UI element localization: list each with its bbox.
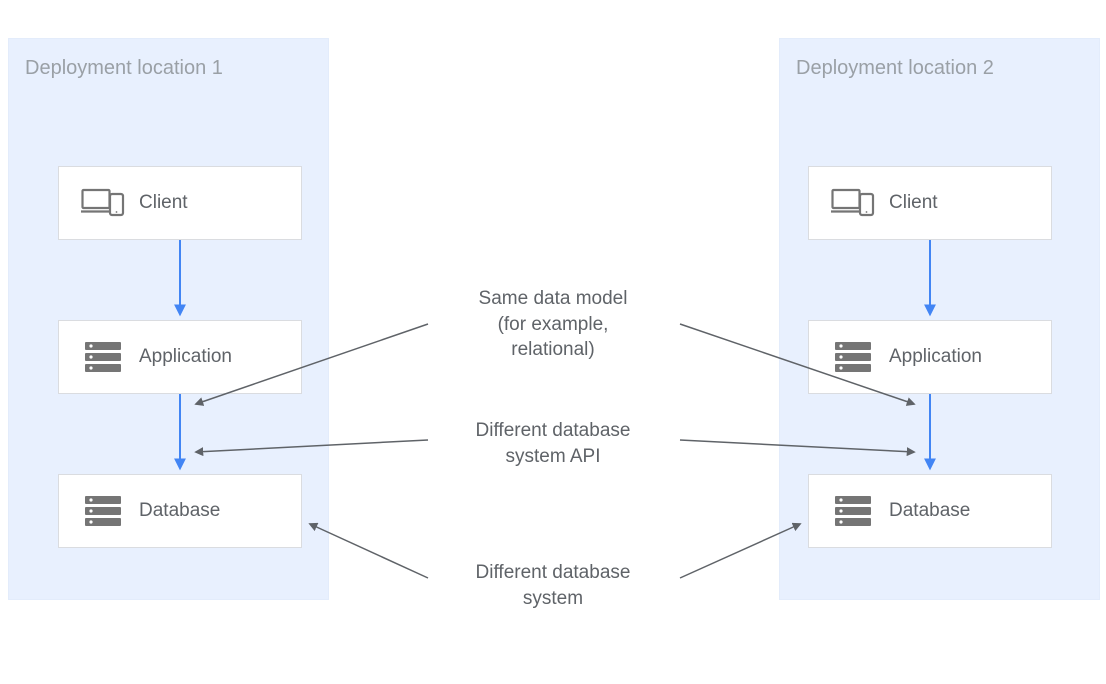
annotation-different-system: Different database system (433, 560, 673, 611)
server-icon (81, 342, 125, 372)
client-icon (81, 187, 125, 219)
annotation-different-api: Different database system API (433, 418, 673, 469)
node-database-left: Database (58, 474, 302, 548)
node-application-left-label: Application (139, 346, 232, 368)
node-client-left: Client (58, 166, 302, 240)
node-client-left-label: Client (139, 192, 188, 214)
server-icon (831, 342, 875, 372)
region-right-title: Deployment location 2 (796, 57, 994, 80)
node-client-right: Client (808, 166, 1052, 240)
diagram-canvas: Deployment location 1 Deployment locatio… (0, 0, 1106, 684)
node-database-left-label: Database (139, 500, 220, 522)
node-application-right: Application (808, 320, 1052, 394)
node-client-right-label: Client (889, 192, 938, 214)
server-icon (81, 496, 125, 526)
node-database-right: Database (808, 474, 1052, 548)
client-icon (831, 187, 875, 219)
node-application-left: Application (58, 320, 302, 394)
region-left-title: Deployment location 1 (25, 57, 223, 80)
node-application-right-label: Application (889, 346, 982, 368)
annotation-same-data-model: Same data model (for example, relational… (433, 286, 673, 363)
server-icon (831, 496, 875, 526)
node-database-right-label: Database (889, 500, 970, 522)
